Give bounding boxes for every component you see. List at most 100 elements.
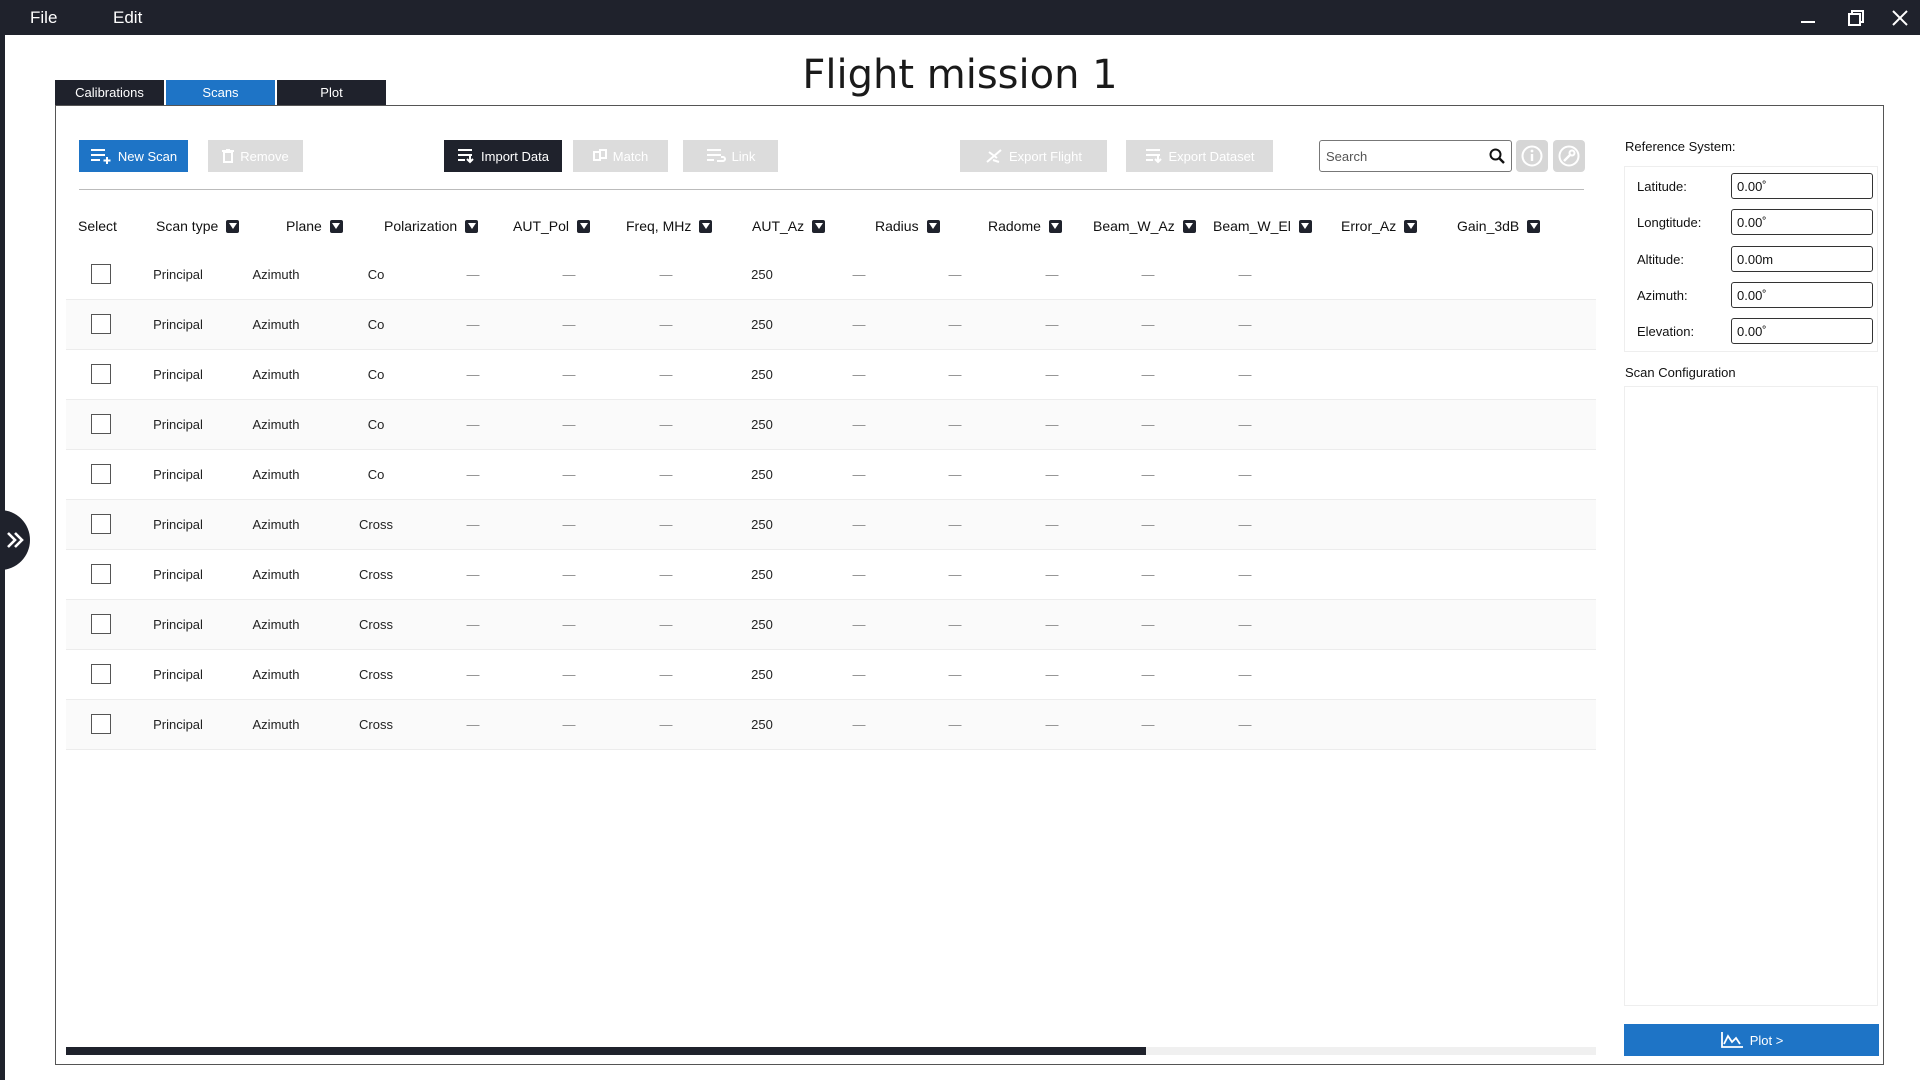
- sort-dropdown-icon[interactable]: [1298, 219, 1312, 233]
- import-data-label: Import Data: [481, 148, 549, 164]
- row-select-checkbox[interactable]: [91, 664, 111, 684]
- new-scan-button[interactable]: New Scan: [79, 140, 188, 172]
- menu-file[interactable]: File: [30, 8, 57, 28]
- cell-polarization: Cross: [359, 567, 393, 582]
- settings-button[interactable]: [1553, 140, 1585, 172]
- table-row[interactable]: Principal Azimuth Co — — — 250 — — — — —: [66, 450, 1596, 500]
- table-row[interactable]: Principal Azimuth Cross — — — 250 — — — — —: [66, 700, 1596, 750]
- cell-beam-w-az: —: [948, 267, 962, 282]
- row-select-checkbox[interactable]: [91, 314, 111, 334]
- header-aut-pol[interactable]: AUT_Pol: [513, 218, 591, 234]
- row-select-checkbox[interactable]: [91, 714, 111, 734]
- header-beam-w-az[interactable]: Beam_W_Az: [1093, 218, 1196, 234]
- cell-radius: 250: [751, 467, 773, 482]
- cell-freq: —: [562, 367, 576, 382]
- scans-table: Select Scan type Plane Polarization AUT_…: [66, 204, 1596, 750]
- altitude-field[interactable]: [1731, 246, 1873, 272]
- restore-icon[interactable]: [1836, 4, 1876, 32]
- cell-radius: 250: [751, 317, 773, 332]
- tab-scans[interactable]: Scans: [166, 80, 275, 105]
- search-input[interactable]: [1326, 148, 1486, 164]
- cell-scan-type: Principal: [153, 517, 203, 532]
- export-dataset-button[interactable]: Export Dataset: [1126, 140, 1273, 172]
- header-error-az[interactable]: Error_Az: [1341, 218, 1418, 234]
- tab-calibrations[interactable]: Calibrations: [55, 80, 164, 105]
- header-scan-type[interactable]: Scan type: [156, 218, 240, 234]
- import-data-button[interactable]: Import Data: [444, 140, 562, 172]
- row-select-checkbox[interactable]: [91, 414, 111, 434]
- table-row[interactable]: Principal Azimuth Cross — — — 250 — — — — —: [66, 600, 1596, 650]
- sort-dropdown-icon[interactable]: [1404, 219, 1418, 233]
- export-flight-button[interactable]: Export Flight: [960, 140, 1107, 172]
- cell-gain-3db: —: [1238, 317, 1252, 332]
- plot-button[interactable]: Plot >: [1624, 1024, 1879, 1056]
- azimuth-field[interactable]: [1731, 282, 1873, 308]
- info-button[interactable]: [1516, 140, 1548, 172]
- cell-polarization: Cross: [359, 517, 393, 532]
- match-button[interactable]: Match: [573, 140, 668, 172]
- table-row[interactable]: Principal Azimuth Co — — — 250 — — — — —: [66, 400, 1596, 450]
- remove-button[interactable]: Remove: [208, 140, 303, 172]
- header-freq[interactable]: Freq, MHz: [626, 218, 713, 234]
- table-row[interactable]: Principal Azimuth Co — — — 250 — — — — —: [66, 250, 1596, 300]
- header-beam-w-el[interactable]: Beam_W_El: [1213, 218, 1312, 234]
- cell-freq: —: [562, 717, 576, 732]
- sort-dropdown-icon[interactable]: [812, 219, 826, 233]
- cell-error-az: —: [1141, 517, 1155, 532]
- minimize-icon[interactable]: [1788, 4, 1828, 32]
- table-row[interactable]: Principal Azimuth Co — — — 250 — — — — —: [66, 300, 1596, 350]
- row-select-checkbox[interactable]: [91, 364, 111, 384]
- cell-radius: 250: [751, 367, 773, 382]
- sort-dropdown-icon[interactable]: [926, 219, 940, 233]
- close-icon[interactable]: [1880, 4, 1920, 32]
- sort-dropdown-icon[interactable]: [1527, 219, 1541, 233]
- cell-aut-az: —: [659, 717, 673, 732]
- header-polarization[interactable]: Polarization: [384, 218, 479, 234]
- menu-edit[interactable]: Edit: [113, 8, 142, 28]
- export-flight-label: Export Flight: [1009, 148, 1082, 164]
- header-radome[interactable]: Radome: [988, 218, 1062, 234]
- sort-dropdown-icon[interactable]: [1048, 219, 1062, 233]
- header-plane[interactable]: Plane: [286, 218, 343, 234]
- cell-freq: —: [562, 417, 576, 432]
- expand-sidebar-button[interactable]: [0, 510, 30, 570]
- cell-beam-w-el: —: [1045, 617, 1059, 632]
- latitude-field[interactable]: [1731, 173, 1873, 199]
- cell-aut-pol: —: [466, 267, 480, 282]
- header-radius[interactable]: Radius: [875, 218, 940, 234]
- cell-beam-w-el: —: [1045, 417, 1059, 432]
- cell-gain-3db: —: [1238, 667, 1252, 682]
- sort-dropdown-icon[interactable]: [329, 219, 343, 233]
- row-select-checkbox[interactable]: [91, 564, 111, 584]
- scrollbar-thumb[interactable]: [66, 1047, 1146, 1055]
- cell-freq: —: [562, 517, 576, 532]
- row-select-checkbox[interactable]: [91, 614, 111, 634]
- cell-beam-w-az: —: [948, 317, 962, 332]
- elevation-label: Elevation:: [1637, 324, 1695, 339]
- sort-dropdown-icon[interactable]: [577, 219, 591, 233]
- link-button[interactable]: Link: [683, 140, 778, 172]
- row-select-checkbox[interactable]: [91, 514, 111, 534]
- table-row[interactable]: Principal Azimuth Co — — — 250 — — — — —: [66, 350, 1596, 400]
- cell-plane: Azimuth: [252, 467, 300, 482]
- tab-plot[interactable]: Plot: [277, 80, 386, 105]
- search-icon[interactable]: [1489, 148, 1505, 164]
- sort-dropdown-icon[interactable]: [465, 219, 479, 233]
- export-icon: [1145, 149, 1162, 164]
- sort-dropdown-icon[interactable]: [699, 219, 713, 233]
- cell-gain-3db: —: [1238, 417, 1252, 432]
- elevation-field[interactable]: [1731, 318, 1873, 344]
- header-aut-az[interactable]: AUT_Az: [752, 218, 826, 234]
- row-select-checkbox[interactable]: [91, 464, 111, 484]
- table-row[interactable]: Principal Azimuth Cross — — — 250 — — — — —: [66, 500, 1596, 550]
- cell-plane: Azimuth: [252, 317, 300, 332]
- header-gain-3db[interactable]: Gain_3dB: [1457, 218, 1541, 234]
- horizontal-scrollbar[interactable]: [66, 1047, 1596, 1055]
- row-select-checkbox[interactable]: [91, 264, 111, 284]
- cell-aut-pol: —: [466, 467, 480, 482]
- table-row[interactable]: Principal Azimuth Cross — — — 250 — — — — —: [66, 650, 1596, 700]
- longitude-field[interactable]: [1731, 209, 1873, 235]
- sort-dropdown-icon[interactable]: [226, 219, 240, 233]
- table-row[interactable]: Principal Azimuth Cross — — — 250 — — — — —: [66, 550, 1596, 600]
- sort-dropdown-icon[interactable]: [1182, 219, 1196, 233]
